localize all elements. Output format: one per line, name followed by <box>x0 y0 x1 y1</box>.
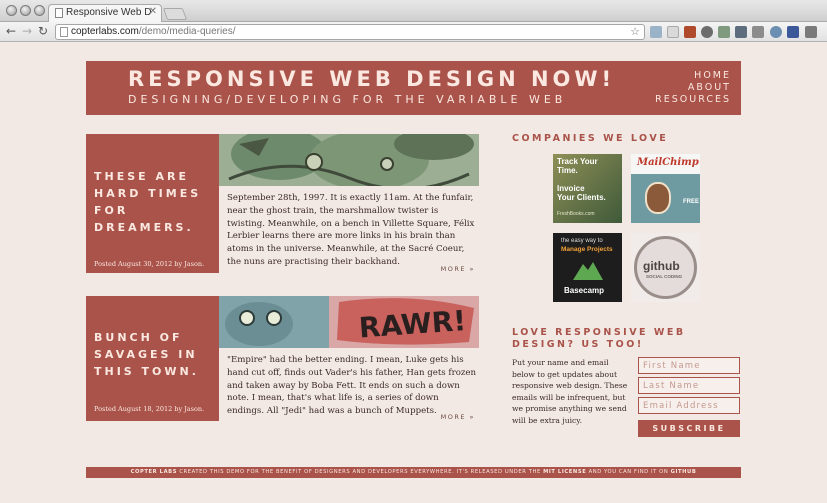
mit-license-link[interactable]: MIT LICENSE <box>543 469 586 475</box>
forward-arrow-icon[interactable]: → <box>22 24 32 38</box>
extension-icon[interactable] <box>667 26 679 38</box>
extension-icon[interactable] <box>770 26 782 38</box>
minimize-window-button[interactable] <box>20 5 31 16</box>
zoom-window-button[interactable] <box>34 5 45 16</box>
more-link[interactable]: MORE » <box>441 265 475 273</box>
post-meta: Posted August 18, 2012 by Jason. <box>94 405 205 413</box>
extension-icon[interactable] <box>752 26 764 38</box>
url-text[interactable]: copterlabs.com/demo/media-queries/ <box>71 26 236 37</box>
wrench-icon[interactable] <box>701 26 713 38</box>
reload-icon[interactable]: ↻ <box>38 24 48 38</box>
facebook-icon[interactable] <box>787 26 799 38</box>
footer-text: AND YOU CAN FIND IT ON <box>588 469 669 475</box>
extension-icon[interactable] <box>735 26 747 38</box>
extension-icon[interactable] <box>718 26 730 38</box>
tab-close-icon[interactable]: ✕ <box>149 6 157 17</box>
post-sidebar: THESE ARE HARD TIMES FOR DREAMERS. Poste… <box>86 134 219 273</box>
site-footer: COPTER LABS CREATED THIS DEMO FOR THE BE… <box>86 467 741 478</box>
extension-icon[interactable] <box>684 26 696 38</box>
post-title[interactable]: BUNCH OF SAVAGES IN THIS TOWN. <box>94 329 214 380</box>
browser-tab-strip: Responsive Web Design Now ✕ <box>0 0 827 22</box>
chimp-mascot-icon <box>645 182 671 214</box>
signup-heading: LOVE RESPONSIVE WEB DESIGN? US TOO! <box>512 327 686 350</box>
site-tagline: DESIGNING/DEVELOPING FOR THE VARIABLE WE… <box>128 93 567 106</box>
freshbooks-ad[interactable]: Track Your Time. Invoice Your Clients. F… <box>553 154 622 223</box>
mailchimp-ad[interactable]: MailChimp FREE <box>631 154 700 223</box>
site-title[interactable]: RESPONSIVE WEB DESIGN NOW! <box>128 67 615 91</box>
more-link[interactable]: MORE » <box>441 413 475 421</box>
subscribe-button[interactable]: SUBSCRIBE <box>638 420 740 437</box>
post-sidebar: BUNCH OF SAVAGES IN THIS TOWN. Posted Au… <box>86 296 219 421</box>
new-tab-button[interactable] <box>162 8 188 20</box>
blog-post: THESE ARE HARD TIMES FOR DREAMERS. Poste… <box>86 134 479 273</box>
bookmark-star-icon[interactable]: ☆ <box>630 25 640 38</box>
post-excerpt: September 28th, 1997. It is exactly 11am… <box>227 193 475 267</box>
footer-brand[interactable]: COPTER LABS <box>131 469 178 475</box>
post-excerpt: "Empire" had the better ending. I mean, … <box>227 355 477 417</box>
post-meta: Posted August 30, 2012 by Jason. <box>94 260 205 268</box>
first-name-field[interactable] <box>638 357 740 374</box>
footer-text: CREATED THIS DEMO FOR THE BENEFIT OF DES… <box>179 469 541 475</box>
address-bar[interactable]: copterlabs.com/demo/media-queries/ ☆ <box>55 24 645 40</box>
close-window-button[interactable] <box>6 5 17 16</box>
browser-toolbar: ← → ↻ copterlabs.com/demo/media-queries/… <box>0 22 827 42</box>
back-arrow-icon[interactable]: ← <box>6 24 16 38</box>
post-image: RAWR! <box>219 296 479 348</box>
blog-post: BUNCH OF SAVAGES IN THIS TOWN. Posted Au… <box>86 296 479 421</box>
extension-icon[interactable] <box>650 26 662 38</box>
github-link[interactable]: GITHUB <box>671 469 697 475</box>
companies-heading: COMPANIES WE LOVE <box>512 133 669 144</box>
settings-wrench-icon[interactable] <box>805 26 817 38</box>
web-page: RESPONSIVE WEB DESIGN NOW! DESIGNING/DEV… <box>0 43 827 503</box>
nav-resources-link[interactable]: RESOURCES <box>655 94 731 106</box>
basecamp-mountain-icon <box>573 262 603 280</box>
nav-home-link[interactable]: HOME <box>655 70 731 82</box>
github-ad[interactable]: github SOCIAL CODING <box>631 233 700 302</box>
basecamp-ad[interactable]: the easy way to Manage Projects Basecamp <box>553 233 622 302</box>
post-image <box>219 134 479 186</box>
site-header: RESPONSIVE WEB DESIGN NOW! DESIGNING/DEV… <box>86 61 741 115</box>
nav-about-link[interactable]: ABOUT <box>655 82 731 94</box>
email-field[interactable] <box>638 397 740 414</box>
post-title[interactable]: THESE ARE HARD TIMES FOR DREAMERS. <box>94 168 209 236</box>
tab-title: Responsive Web Design Now <box>66 7 152 18</box>
last-name-field[interactable] <box>638 377 740 394</box>
browser-tab[interactable]: Responsive Web Design Now ✕ <box>48 4 162 22</box>
page-icon <box>55 8 63 18</box>
document-icon <box>60 27 68 37</box>
signup-description: Put your name and email below to get upd… <box>512 358 628 425</box>
main-nav: HOME ABOUT RESOURCES <box>655 70 731 106</box>
